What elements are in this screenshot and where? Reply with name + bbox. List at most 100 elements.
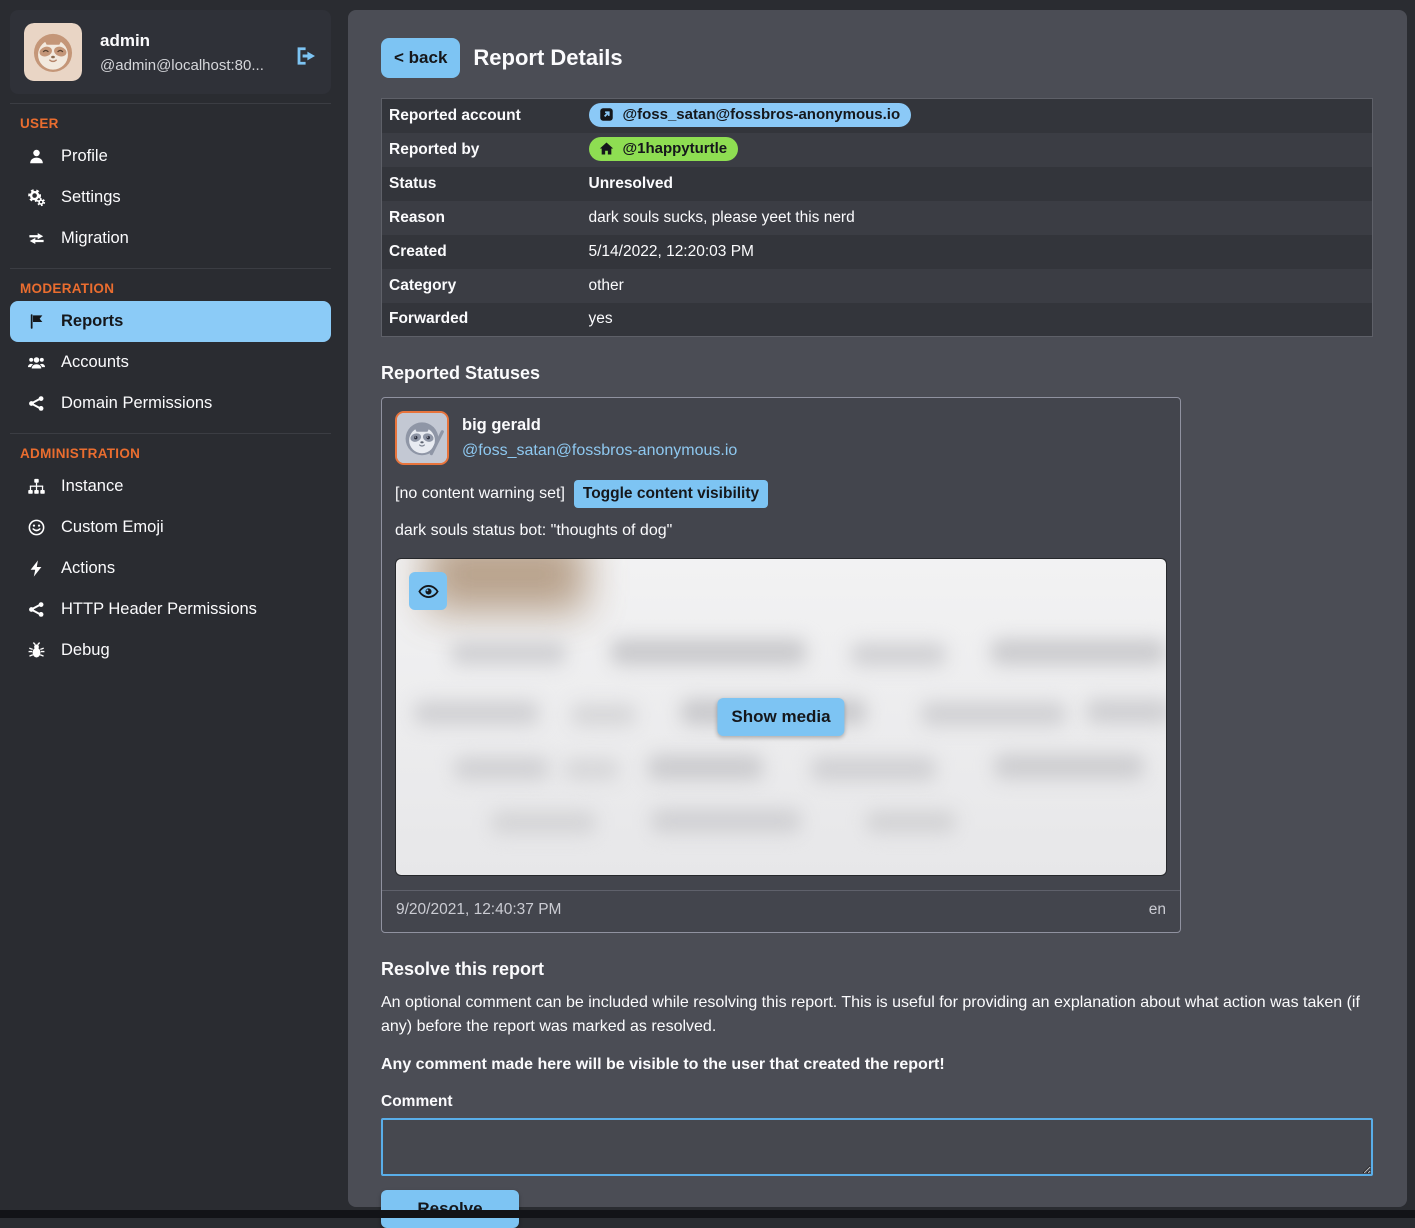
share-nodes-icon [27,600,46,619]
row-label: Created [382,235,582,269]
category-value: other [582,269,1373,303]
sidebar-item-label: Custom Emoji [61,518,164,537]
status-media-attachment[interactable]: Show media [395,558,1167,876]
resolve-warning: Any comment made here will be visible to… [381,1056,1374,1074]
sidebar-item-profile[interactable]: Profile [10,136,331,177]
sidebar-section-administration: ADMINISTRATION [20,446,321,461]
status-author-handle[interactable]: @foss_satan@fossbros-anonymous.io [462,442,737,460]
page-title: Report Details [473,45,622,71]
table-row: Forwarded yes [382,303,1373,337]
sidebar-item-accounts[interactable]: Accounts [10,342,331,383]
sidebar-item-label: Profile [61,147,108,166]
reported-by-badge[interactable]: @1happyturtle [589,137,739,161]
status-content-text: dark souls status bot: "thoughts of dog" [382,508,1180,545]
status-header: big gerald @foss_satan@fossbros-anonymou… [382,398,1180,478]
resolve-description: An optional comment can be included whil… [381,991,1374,1039]
sidebar-divider [10,103,331,104]
smiley-icon [27,518,46,537]
sidebar-item-label: Actions [61,559,115,578]
status-author-name: big gerald [462,416,737,435]
sidebar-divider [10,433,331,434]
report-details-table: Reported account @foss_satan@fossbros-an… [381,98,1373,337]
toggle-content-visibility-button[interactable]: Toggle content visibility [574,480,768,508]
sidebar-item-label: Instance [61,477,123,496]
table-row: Created 5/14/2022, 12:20:03 PM [382,235,1373,269]
reported-status-card: big gerald @foss_satan@fossbros-anonymou… [381,397,1181,933]
hide-media-eye-button[interactable] [409,572,447,610]
sidebar-item-instance[interactable]: Instance [10,466,331,507]
resolve-heading: Resolve this report [381,959,1374,980]
status-author-info: big gerald @foss_satan@fossbros-anonymou… [462,416,737,460]
sidebar-item-custom-emoji[interactable]: Custom Emoji [10,507,331,548]
sign-out-button[interactable] [293,44,319,70]
content-warning-label: [no content warning set] [395,485,565,503]
reason-value: dark souls sucks, please yeet this nerd [582,201,1373,235]
flag-icon [27,312,46,331]
bottom-bar [0,1210,1415,1218]
reported-account-handle: @foss_satan@fossbros-anonymous.io [623,106,901,123]
sidebar-divider [10,268,331,269]
status-language: en [1149,901,1166,919]
external-link-icon [598,106,615,123]
reported-by-handle: @1happyturtle [623,140,728,157]
sidebar-item-label: Reports [61,312,123,331]
page-header: < back Report Details [381,38,1374,78]
resolve-button[interactable]: Resolve [381,1190,519,1228]
eye-icon [417,580,440,603]
comment-label: Comment [381,1093,1374,1111]
row-label: Reported account [382,99,582,133]
sidebar-item-reports[interactable]: Reports [10,301,331,342]
swap-arrows-icon [27,229,46,248]
sidebar: admin @admin@localhost:80... USER Profil… [10,10,331,671]
admin-avatar [24,23,82,81]
sidebar-item-debug[interactable]: Debug [10,630,331,671]
sidebar-item-label: Settings [61,188,121,207]
status-author-avatar [395,411,449,465]
sidebar-item-label: Debug [61,641,110,660]
created-value: 5/14/2022, 12:20:03 PM [582,235,1373,269]
sidebar-section-moderation: MODERATION [20,281,321,296]
sidebar-item-migration[interactable]: Migration [10,218,331,259]
row-label: Category [382,269,582,303]
sidebar-item-label: Accounts [61,353,129,372]
bug-icon [27,641,46,660]
users-icon [27,353,46,372]
comment-textarea[interactable] [381,1118,1373,1176]
house-icon [598,140,615,157]
status-value: Unresolved [582,167,1373,201]
sidebar-item-label: Domain Permissions [61,394,212,413]
row-label: Reported by [382,133,582,167]
forwarded-value: yes [582,303,1373,337]
row-label: Reason [382,201,582,235]
user-handle: @admin@localhost:80... [100,57,264,74]
gears-icon [27,188,46,207]
user-icon [27,147,46,166]
table-row: Reported account @foss_satan@fossbros-an… [382,99,1373,133]
reported-statuses-heading: Reported Statuses [381,363,1374,384]
user-display-name: admin [100,31,264,51]
row-label: Status [382,167,582,201]
status-footer: 9/20/2021, 12:40:37 PM en [382,890,1180,932]
main-panel: < back Report Details Reported account @… [348,10,1407,1207]
row-label: Forwarded [382,303,582,337]
sidebar-item-http-header-permissions[interactable]: HTTP Header Permissions [10,589,331,630]
sidebar-item-domain-permissions[interactable]: Domain Permissions [10,383,331,424]
reported-account-badge[interactable]: @foss_satan@fossbros-anonymous.io [589,103,912,127]
sidebar-section-user: USER [20,116,321,131]
sidebar-item-settings[interactable]: Settings [10,177,331,218]
sign-out-icon [294,44,318,68]
sidebar-item-label: HTTP Header Permissions [61,600,257,619]
table-row: Status Unresolved [382,167,1373,201]
table-row: Reported by @1happyturtle [382,133,1373,167]
content-warning-row: [no content warning set] Toggle content … [382,478,1180,508]
sidebar-item-actions[interactable]: Actions [10,548,331,589]
show-media-button[interactable]: Show media [717,698,844,736]
table-row: Category other [382,269,1373,303]
back-button[interactable]: < back [381,38,460,78]
user-info: admin @admin@localhost:80... [100,31,264,74]
user-card[interactable]: admin @admin@localhost:80... [10,10,331,94]
table-row: Reason dark souls sucks, please yeet thi… [382,201,1373,235]
share-nodes-icon [27,394,46,413]
sidebar-item-label: Migration [61,229,129,248]
status-timestamp: 9/20/2021, 12:40:37 PM [396,901,561,919]
